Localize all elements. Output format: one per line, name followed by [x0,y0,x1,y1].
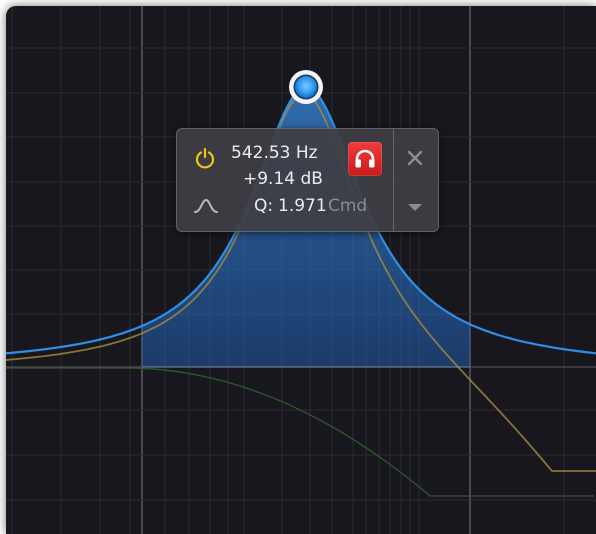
q-value[interactable]: 1.971 [278,196,327,216]
q-modifier-hint: Cmd [328,196,368,216]
band-node-handle[interactable] [289,70,323,104]
close-icon[interactable] [404,147,426,169]
eq-display[interactable]: 542.53 Hz +9.14 dB Q: 1.971 Cmd [6,6,596,534]
gain-value[interactable]: +9.14 dB [243,169,323,189]
headphones-icon [355,149,375,168]
frequency-value[interactable]: 542.53 Hz [231,143,318,163]
power-icon[interactable] [194,147,216,169]
bell-shape-icon[interactable] [193,197,219,215]
band-settings-panel: 542.53 Hz +9.14 dB Q: 1.971 Cmd [176,128,439,232]
panel-divider [393,129,394,231]
chevron-down-icon[interactable] [405,199,425,213]
q-label: Q: [254,196,274,216]
solo-button[interactable] [348,142,382,176]
secondary-band-curve [6,367,594,497]
eq-graph[interactable] [6,6,596,534]
